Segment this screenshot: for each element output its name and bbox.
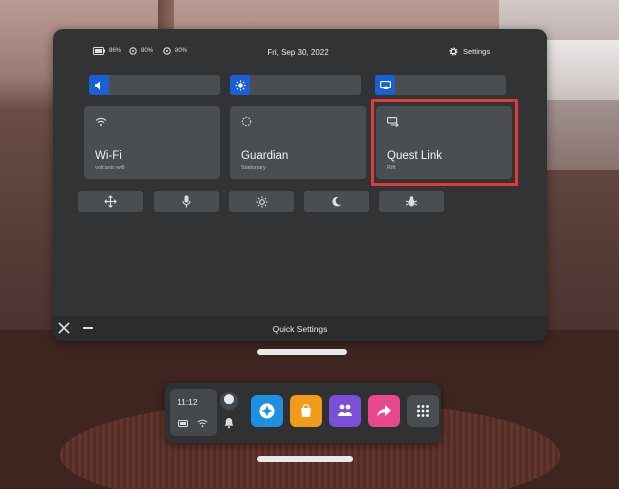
battery-icon — [178, 420, 188, 427]
share-app-button[interactable] — [368, 395, 400, 427]
quick-settings-panel: 86% 80% 80% Fri, Sep 30, 2022 Settings W… — [53, 29, 547, 341]
store-app-button[interactable] — [290, 395, 322, 427]
bug-report-button[interactable] — [379, 191, 444, 212]
bug-icon — [405, 196, 418, 207]
guardian-tile[interactable]: Guardian Stationary — [230, 106, 366, 179]
store-icon — [301, 403, 311, 417]
brightness-button[interactable] — [229, 191, 294, 212]
bell-icon[interactable] — [223, 417, 235, 429]
quest-link-highlight-box — [371, 99, 518, 186]
status-bar: 86% 80% 80% Fri, Sep 30, 2022 Settings — [53, 29, 547, 73]
close-icon[interactable] — [57, 321, 71, 335]
right-controller-icon — [163, 47, 171, 55]
right-controller-battery-value: 80% — [175, 48, 188, 54]
panel-footer: Quick Settings — [53, 316, 547, 341]
minimize-icon[interactable] — [83, 327, 93, 329]
reposition-button[interactable] — [78, 191, 143, 212]
gear-icon — [449, 47, 458, 56]
microphone-button[interactable] — [154, 191, 219, 212]
panel-title: Quick Settings — [272, 324, 328, 334]
date-display: Fri, Sep 30, 2022 — [267, 48, 329, 57]
wifi-title: Wi-Fi — [95, 150, 122, 162]
brightness-icon — [230, 75, 250, 95]
app-library-icon — [417, 405, 429, 417]
wifi-tile[interactable]: Wi-Fi volcanic-wifi — [84, 106, 220, 179]
headset-battery-status: 86% — [93, 47, 121, 55]
guardian-title: Guardian — [241, 150, 289, 162]
move-icon — [104, 195, 117, 208]
guardian-mode: Stationary — [241, 165, 266, 171]
left-controller-battery-status: 80% — [129, 47, 153, 55]
microphone-icon — [182, 195, 191, 208]
guardian-icon — [241, 114, 252, 132]
share-icon — [377, 405, 391, 417]
headset-battery-value: 86% — [109, 48, 122, 54]
settings-button[interactable]: Settings — [448, 46, 490, 57]
cast-toggle[interactable] — [375, 75, 506, 95]
explore-app-button[interactable] — [251, 395, 283, 427]
wifi-icon — [197, 419, 208, 428]
dock-grab-handle[interactable] — [257, 456, 353, 462]
volume-slider[interactable] — [89, 75, 220, 95]
night-mode-icon — [332, 196, 341, 207]
explore-icon — [259, 403, 275, 419]
cast-icon — [375, 75, 395, 95]
wifi-icon — [95, 114, 107, 132]
brightness-icon — [256, 196, 267, 207]
right-controller-battery-status: 80% — [163, 47, 187, 55]
people-app-button[interactable] — [329, 395, 361, 427]
clock: 11:12 — [177, 397, 198, 407]
wifi-network-name: volcanic-wifi — [95, 165, 125, 171]
app-library-button[interactable] — [407, 395, 439, 427]
left-controller-battery-value: 80% — [141, 48, 154, 54]
speaker-icon — [89, 75, 109, 95]
quick-settings-button[interactable]: 11:12 — [170, 389, 217, 436]
universal-menu-dock: 11:12 — [165, 383, 441, 443]
panel-grab-handle[interactable] — [257, 349, 347, 355]
people-icon — [338, 404, 352, 416]
brightness-slider[interactable] — [230, 75, 361, 95]
night-mode-button[interactable] — [304, 191, 369, 212]
left-controller-icon — [129, 47, 137, 55]
avatar[interactable] — [220, 392, 238, 410]
headset-battery-icon — [93, 47, 105, 55]
settings-label: Settings — [463, 47, 491, 56]
